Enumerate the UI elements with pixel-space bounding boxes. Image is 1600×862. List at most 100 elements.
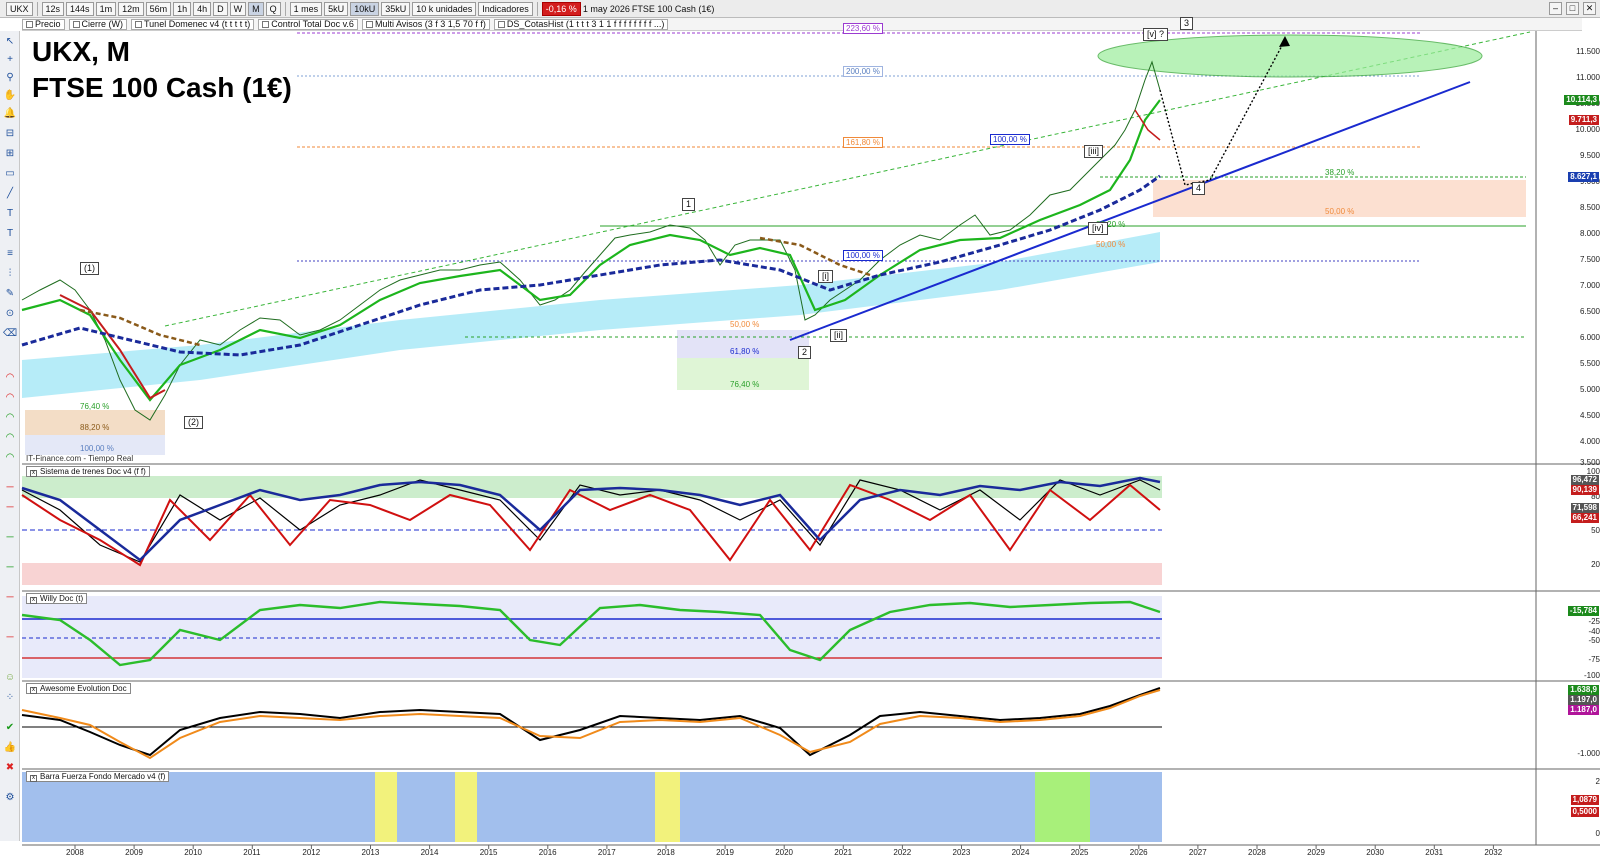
close-icon[interactable]: x <box>30 470 37 477</box>
year-tick: 2014 <box>420 848 439 857</box>
close-icon[interactable]: x <box>30 687 37 694</box>
osc-badge: 71,598 <box>1570 503 1599 513</box>
year-tick: 2023 <box>952 848 971 857</box>
willy-tick: -40 <box>1588 627 1600 636</box>
price-tick: 11.500 <box>1576 47 1600 56</box>
willy-tick: -100 <box>1583 671 1600 680</box>
year-tick: 2024 <box>1011 848 1030 857</box>
barra-green <box>1035 772 1090 842</box>
year-tick: 2010 <box>184 848 202 857</box>
panel-title-text: Sistema de trenes Doc v4 (f f) <box>40 467 146 476</box>
fib-label: 50,00 % <box>730 320 760 329</box>
year-tick: 2016 <box>538 848 557 857</box>
panel-title[interactable]: x Willy Doc (t) <box>26 593 88 604</box>
year-tick: 2009 <box>125 848 143 857</box>
barra-badge: 0,5000 <box>1570 807 1599 817</box>
price-tick: 6.000 <box>1579 333 1600 342</box>
wave-label[interactable]: [v] ? <box>1143 28 1169 41</box>
close-icon[interactable]: x <box>30 775 37 782</box>
fib-label: 100,00 % <box>990 134 1030 145</box>
price-tick: 9.500 <box>1579 151 1600 160</box>
barra-yellow <box>375 772 397 842</box>
price-tick: 7.500 <box>1579 255 1600 264</box>
year-tick: 2029 <box>1307 848 1325 857</box>
year-tick: 2019 <box>716 848 734 857</box>
wave-label[interactable]: 1 <box>682 198 696 211</box>
panel-title-text: Barra Fuerza Fondo Mercado v4 (f) <box>40 772 166 781</box>
wave-label[interactable]: [iii] <box>1084 145 1103 158</box>
year-tick: 2025 <box>1070 848 1089 857</box>
panel-title-text: Awesome Evolution Doc <box>40 684 127 693</box>
barra-tick: 0 <box>1595 829 1600 838</box>
wave-label[interactable]: (1) <box>80 262 99 275</box>
awesome-badge: 1.197,0 <box>1568 695 1599 705</box>
willy-bg <box>22 596 1162 678</box>
fib-label: 50,00 % <box>1325 207 1355 216</box>
year-tick: 2008 <box>66 848 84 857</box>
wave-label[interactable]: [i] <box>818 270 834 283</box>
barra-yellow <box>455 772 477 842</box>
fib-label: 200,00 % <box>843 66 883 77</box>
price-tick: 8.500 <box>1579 203 1600 212</box>
price-tick: 8.000 <box>1579 229 1600 238</box>
willy-tick: -75 <box>1588 655 1600 664</box>
year-tick: 2018 <box>657 848 675 857</box>
price-badge: 9.711,3 <box>1568 115 1599 125</box>
awesome-badge: 1.638,9 <box>1568 685 1599 695</box>
price-tick: 5.500 <box>1579 359 1600 368</box>
fib-label: 161,80 % <box>843 137 883 148</box>
barra-bg <box>22 772 1162 842</box>
barra-tick: 2 <box>1595 777 1600 786</box>
panel-title[interactable]: x Sistema de trenes Doc v4 (f f) <box>26 466 150 477</box>
panel-4-axis: 2 1,0879 0,5000 0 <box>1537 769 1600 845</box>
oversold-zone <box>22 563 1162 585</box>
year-tick: 2013 <box>361 848 380 857</box>
panel-2-axis: -15,784 -25 -40 -50 -75 -100 <box>1537 591 1600 681</box>
panel-title[interactable]: x Awesome Evolution Doc <box>26 683 131 694</box>
year-tick: 2012 <box>302 848 321 857</box>
osc-badge: 90,139 <box>1570 485 1599 495</box>
year-tick: 2015 <box>479 848 498 857</box>
fib-label: 223,60 % <box>843 23 883 34</box>
year-tick: 2017 <box>597 848 616 857</box>
year-tick: 2026 <box>1129 848 1148 857</box>
wave-label[interactable]: 3 <box>1180 17 1194 30</box>
year-tick: 2028 <box>1248 848 1266 857</box>
year-tick: 2022 <box>893 848 912 857</box>
fib-label: 100,00 % <box>843 250 883 261</box>
osc-badge: 66,241 <box>1570 513 1599 523</box>
barra-yellow <box>655 772 680 842</box>
price-tick: 10.000 <box>1575 125 1600 134</box>
data-source-label: IT-Finance.com - Tiempo Real <box>26 454 134 463</box>
panel-title-text: Willy Doc (t) <box>40 594 84 603</box>
price-tick: 4.000 <box>1579 437 1600 446</box>
year-tick: 2021 <box>834 848 853 857</box>
wave-label[interactable]: 2 <box>798 346 812 359</box>
fib-label: 50,00 % <box>1096 240 1126 249</box>
price-badge: 10.114,3 <box>1564 95 1599 105</box>
osc-tick: 20 <box>1591 560 1600 569</box>
awesome-orange <box>21 689 1161 760</box>
chart-title-instrument: FTSE 100 Cash (1€) <box>32 72 292 103</box>
fib-label: 100,00 % <box>80 444 114 453</box>
price-tick: 6.500 <box>1579 307 1600 316</box>
price-tick: 5.000 <box>1579 385 1600 394</box>
price-tick: 7.000 <box>1579 281 1600 290</box>
wave-label[interactable]: 4 <box>1192 182 1206 195</box>
panel-3-axis: 1.638,9 1.197,0 1.187,0 -1.000 <box>1537 681 1600 769</box>
panel-title[interactable]: x Barra Fuerza Fondo Mercado v4 (f) <box>26 771 170 782</box>
awesome-tick: -1.000 <box>1577 749 1600 758</box>
willy-badge: -15,784 <box>1567 606 1599 616</box>
osc-tick: 50 <box>1591 526 1600 535</box>
wave-label[interactable]: (2) <box>184 416 203 429</box>
awesome-badge: 1.187,0 <box>1568 705 1599 715</box>
chart-canvas[interactable] <box>0 0 1600 862</box>
wave-label[interactable]: [iv] <box>1088 222 1108 235</box>
close-icon[interactable]: x <box>30 597 37 604</box>
fib-label: 76,40 % <box>80 402 110 411</box>
chart-title-symbol: UKX, M <box>32 36 130 67</box>
wave-label[interactable]: [ii] <box>830 329 847 342</box>
year-tick: 2020 <box>775 848 793 857</box>
fib-label: 61,80 % <box>730 347 760 356</box>
barra-badge: 1,0879 <box>1570 795 1599 805</box>
